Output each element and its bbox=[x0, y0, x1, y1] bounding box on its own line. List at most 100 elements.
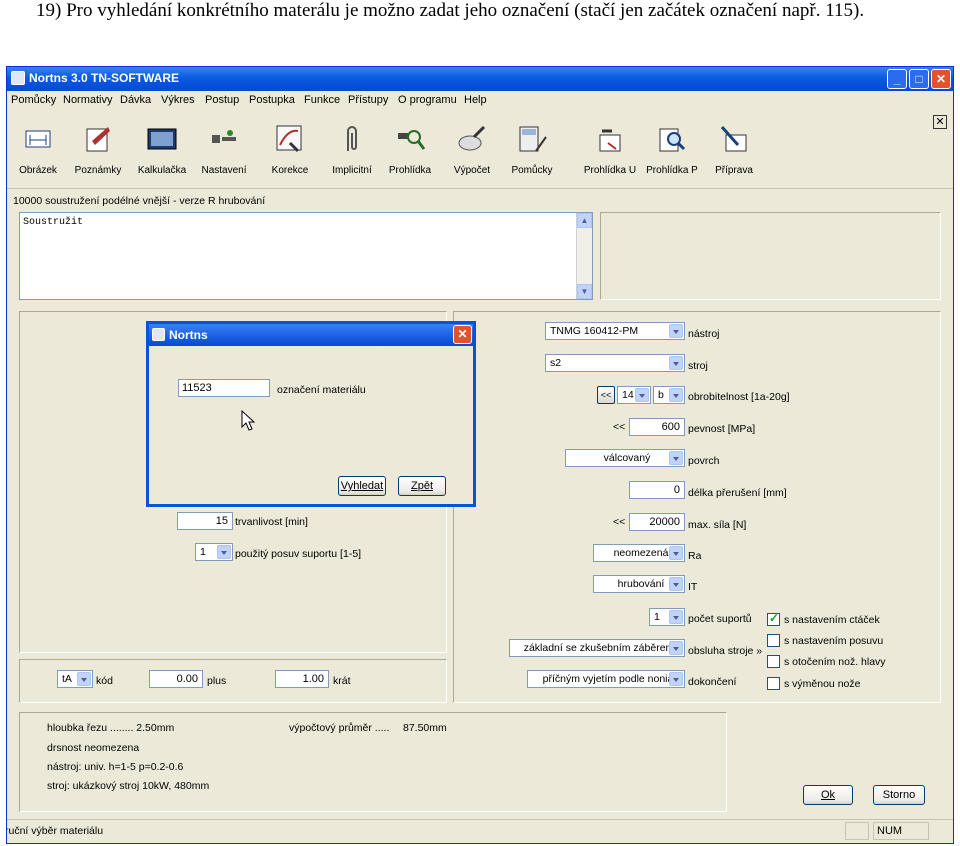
checkbox-label: s nastavením ctáček bbox=[784, 614, 880, 626]
menu-postup[interactable]: Postup bbox=[205, 94, 239, 106]
it-select[interactable]: hrubování bbox=[593, 575, 685, 593]
feed-select[interactable]: 1 bbox=[195, 543, 233, 561]
tool-vypocet[interactable]: Výpočet bbox=[441, 123, 503, 176]
tool-poznamky[interactable]: Poznámky bbox=[67, 123, 129, 176]
paperclip-icon bbox=[347, 126, 357, 151]
minimize-button[interactable]: _ bbox=[887, 69, 907, 89]
force-back-button[interactable]: << bbox=[613, 516, 625, 528]
scroll-down-icon[interactable]: ▼ bbox=[577, 284, 592, 299]
plus-label: plus bbox=[207, 675, 227, 687]
status-bar: ruční výběr materiálu NUM bbox=[7, 819, 953, 843]
tool-obrazek[interactable]: Obrázek bbox=[7, 123, 69, 176]
magnifier-icon bbox=[659, 128, 686, 152]
menu-o-programu[interactable]: O programu bbox=[398, 94, 457, 106]
tool-select[interactable]: TNMG 160412-PM bbox=[545, 322, 685, 340]
operation-mode-select[interactable]: základní se zkušebním záběrem bbox=[509, 639, 685, 657]
checkbox-vymena-noze[interactable] bbox=[767, 677, 780, 690]
chevron-down-icon[interactable] bbox=[669, 324, 683, 338]
tool-kalkulacka[interactable]: Kalkulačka bbox=[131, 123, 193, 176]
panel-close-icon[interactable]: ✕ bbox=[933, 115, 947, 129]
checkbox-otoceni-hlavy[interactable] bbox=[767, 655, 780, 668]
window-title: Nortns 3.0 TN-SOFTWARE bbox=[29, 71, 180, 85]
interrupt-input[interactable]: 0 bbox=[629, 481, 685, 499]
chevron-down-icon[interactable] bbox=[669, 451, 683, 465]
finish-select[interactable]: příčným vyjetím podle nonia bbox=[527, 670, 685, 688]
dialog-close-button[interactable]: ✕ bbox=[453, 325, 472, 344]
search-button[interactable]: Vyhledat bbox=[338, 476, 386, 496]
strength-input[interactable]: 600 bbox=[629, 418, 685, 436]
menu-funkce[interactable]: Funkce bbox=[304, 94, 340, 106]
tool-prohlidka-u[interactable]: Prohlídka U bbox=[579, 123, 641, 176]
chevron-down-icon[interactable] bbox=[669, 577, 683, 591]
textarea-scrollbar[interactable]: ▲ ▼ bbox=[576, 213, 592, 299]
machinability-back-button[interactable]: << bbox=[597, 386, 615, 404]
checkbox-nastaveni-posuvu[interactable] bbox=[767, 634, 780, 647]
operation-title: 10000 soustružení podélné vnější - verze… bbox=[13, 195, 266, 207]
chevron-down-icon[interactable] bbox=[669, 546, 683, 560]
chevron-down-icon[interactable] bbox=[635, 388, 649, 402]
chevron-down-icon[interactable] bbox=[669, 672, 683, 686]
times-input[interactable]: 1.00 bbox=[275, 670, 329, 688]
durability-input[interactable]: 15 bbox=[177, 512, 233, 530]
machinability-label: obrobitelnost [1a-20g] bbox=[688, 391, 790, 403]
menu-vykres[interactable]: Výkres bbox=[161, 94, 195, 106]
tool-priprava[interactable]: Příprava bbox=[703, 123, 765, 176]
tool-korekce[interactable]: Korekce bbox=[259, 123, 321, 176]
force-input[interactable]: 20000 bbox=[629, 513, 685, 531]
menu-postupka[interactable]: Postupka bbox=[249, 94, 295, 106]
chevron-down-icon[interactable] bbox=[669, 356, 683, 370]
operation-textarea[interactable]: Soustružit ▲ ▼ bbox=[19, 212, 593, 300]
strength-back-button[interactable]: << bbox=[613, 421, 625, 433]
menu-pristupy[interactable]: Přístupy bbox=[348, 94, 388, 106]
tool-implicitni[interactable]: Implicitní bbox=[321, 123, 383, 176]
it-label: IT bbox=[688, 581, 698, 593]
menu-bar: Pomůcky Normativy Dávka Výkres Postup Po… bbox=[7, 91, 953, 109]
checkbox-label: s výměnou nože bbox=[784, 678, 861, 690]
dialog-title-bar: Nortns ✕ bbox=[149, 324, 473, 346]
storno-button[interactable]: Storno bbox=[873, 785, 925, 805]
menu-davka[interactable]: Dávka bbox=[120, 94, 151, 106]
drawing-icon bbox=[25, 130, 51, 148]
force-label: max. síla [N] bbox=[688, 519, 747, 531]
plus-input[interactable]: 0.00 bbox=[149, 670, 203, 688]
chevron-down-icon[interactable] bbox=[669, 641, 683, 655]
status-text: ruční výběr materiálu bbox=[6, 825, 104, 837]
chevron-down-icon[interactable] bbox=[77, 672, 91, 686]
chevron-down-icon[interactable] bbox=[217, 545, 231, 559]
operation-mode-label: obsluha stroje » bbox=[688, 645, 763, 657]
ok-button[interactable]: Ok bbox=[803, 785, 853, 805]
ra-select[interactable]: neomezená bbox=[593, 544, 685, 562]
tool-prohlidka-p[interactable]: Prohlídka P bbox=[641, 123, 703, 176]
supports-label: počet suportů bbox=[688, 613, 752, 625]
code-select[interactable]: tA bbox=[57, 670, 93, 688]
summary-tool: nástroj: univ. h=1-5 p=0.2-0.6 bbox=[47, 761, 184, 773]
back-button[interactable]: Zpět bbox=[398, 476, 446, 496]
machinability-number-select[interactable]: 14 bbox=[617, 386, 651, 404]
menu-normativy[interactable]: Normativy bbox=[63, 94, 113, 106]
tool-pomucky[interactable]: Pomůcky bbox=[501, 123, 563, 176]
tool-nastaveni[interactable]: Nastavení bbox=[193, 123, 255, 176]
checkbox-nastaveni-ctacek[interactable] bbox=[767, 611, 780, 626]
machine-select[interactable]: s2 bbox=[545, 354, 685, 372]
app-window: Nortns 3.0 TN-SOFTWARE _ □ ✕ Pomůcky Nor… bbox=[6, 66, 954, 844]
search-dialog: Nortns ✕ 11523 označení materiálu Vyhled… bbox=[146, 321, 476, 507]
scroll-up-icon[interactable]: ▲ bbox=[577, 213, 592, 228]
tool-prohlidka[interactable]: Prohlídka bbox=[379, 123, 441, 176]
machinability-letter-select[interactable]: b bbox=[653, 386, 685, 404]
checkbox-label: s nastavením posuvu bbox=[784, 635, 884, 647]
menu-help[interactable]: Help bbox=[464, 94, 487, 106]
close-button[interactable]: ✕ bbox=[931, 69, 951, 89]
menu-pomucky[interactable]: Pomůcky bbox=[11, 94, 56, 106]
material-label: označení materiálu bbox=[277, 384, 366, 396]
summary-machine: stroj: ukázkový stroj 10kW, 480mm bbox=[47, 780, 210, 792]
chevron-down-icon[interactable] bbox=[669, 610, 683, 624]
surface-select[interactable]: válcovaný bbox=[565, 449, 685, 467]
machine-label: stroj bbox=[688, 360, 708, 372]
inspect-icon bbox=[398, 130, 426, 150]
maximize-button[interactable]: □ bbox=[909, 69, 929, 89]
material-input[interactable]: 11523 bbox=[178, 379, 270, 397]
mouse-cursor-icon bbox=[241, 410, 256, 431]
chevron-down-icon[interactable] bbox=[669, 388, 683, 402]
side-panel bbox=[600, 212, 941, 300]
supports-select[interactable]: 1 bbox=[649, 608, 685, 626]
